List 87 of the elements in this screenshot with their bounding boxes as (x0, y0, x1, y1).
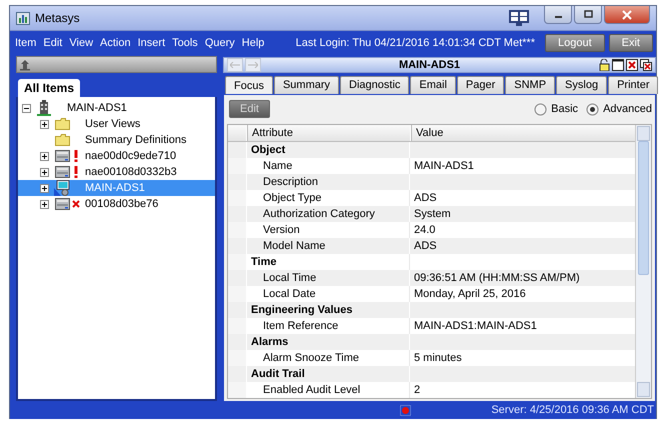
attribute-value: 24.0 (414, 224, 436, 236)
expand-icon[interactable] (40, 184, 49, 192)
radio-button[interactable] (534, 102, 548, 116)
menu-item[interactable]: Item (15, 36, 36, 48)
window-title: Metasys (35, 11, 81, 25)
tree-item[interactable]: 00108d03be76 (18, 196, 215, 212)
attribute-value: System (414, 208, 451, 220)
lock-icon[interactable] (598, 59, 610, 71)
tree-item[interactable]: nae00d0c9ede710 (18, 148, 215, 164)
attribute-value: ADS (414, 240, 437, 252)
close-icon (622, 10, 632, 20)
monitor-icon[interactable] (508, 9, 530, 27)
close-button[interactable] (604, 6, 650, 24)
attribute-value: 5 minutes (414, 352, 462, 364)
attribute-name: Object Type (262, 192, 322, 204)
expand-icon[interactable] (40, 168, 49, 176)
device-icon (54, 150, 70, 162)
device-icon (54, 166, 70, 178)
tab[interactable]: Printer (608, 76, 658, 94)
expand-icon[interactable] (40, 152, 49, 160)
tab[interactable]: Summary (274, 76, 340, 94)
minimize-button[interactable] (544, 6, 572, 24)
group-heading: Object (251, 144, 286, 156)
attribute-name: Description (262, 176, 318, 188)
attribute-value: Monday, April 25, 2016 (414, 288, 526, 300)
attribute-value: MAIN-ADS1:MAIN-ADS1 (414, 320, 537, 332)
folder-icon (54, 134, 70, 146)
group-heading: Time (251, 256, 276, 268)
device-icon (54, 198, 70, 210)
attribute-name: Local Date (262, 288, 316, 300)
group-heading: Audit Trail (251, 368, 305, 380)
maximize-icon[interactable] (612, 59, 624, 71)
up-folder-icon[interactable] (19, 58, 31, 70)
group-heading: Alarms (251, 336, 288, 348)
group-heading: Engineering Values (251, 304, 352, 316)
navigator-tab[interactable]: All Items (18, 79, 80, 97)
expand-icon[interactable] (40, 200, 49, 208)
menu-item[interactable]: Tools (172, 36, 198, 48)
maximize-icon (584, 10, 592, 19)
attribute-name: Enabled Audit Level (262, 384, 360, 396)
close-all-icon[interactable] (640, 59, 652, 71)
building-icon (36, 100, 52, 116)
tab[interactable]: Focus (225, 76, 273, 94)
last-login-text: Last Login: Thu 04/21/2016 14:01:34 CDT Met*** (296, 36, 535, 48)
panel-title: MAIN-ADS1 (398, 59, 462, 71)
tree-item[interactable]: MAIN-ADS1 (18, 100, 215, 116)
close-icon[interactable] (626, 59, 638, 71)
computer-icon (54, 180, 70, 196)
attribute-name: Item Reference (262, 320, 338, 332)
menu-item[interactable]: View (69, 36, 94, 48)
back-arrow-icon (230, 62, 240, 68)
tree-item[interactable]: User Views (18, 116, 215, 132)
radio-button[interactable] (586, 102, 600, 116)
expand-icon[interactable] (40, 120, 49, 128)
app-icon (16, 12, 30, 24)
attribute-value: 09:36:51 AM (HH:MM:SS AM/PM) (414, 272, 580, 284)
menu-item[interactable]: Edit (43, 36, 62, 48)
attribute-name: Local Time (262, 272, 316, 284)
folder-icon (54, 118, 70, 130)
attribute-name: Model Name (262, 240, 326, 252)
menu-item[interactable]: Query (204, 36, 235, 48)
attribute-name: Version (262, 224, 300, 236)
scrollbar[interactable] (635, 125, 651, 398)
attribute-value: MAIN-ADS1 (414, 160, 474, 172)
tab[interactable]: Email (410, 76, 456, 94)
attribute-name: Name (262, 160, 292, 172)
tree-item[interactable]: nae00108d0332b3 (18, 164, 215, 180)
collapse-icon[interactable] (22, 104, 31, 112)
column-header[interactable]: Attribute (247, 125, 411, 141)
radio-label: Basic (551, 103, 578, 115)
menu-item[interactable]: Action (100, 36, 131, 48)
radio-label: Advanced (603, 103, 652, 115)
attribute-name: Authorization Category (262, 208, 375, 220)
server-time: Server: 4/25/2016 09:36 AM CDT (491, 404, 654, 416)
attribute-value: 2 (414, 384, 420, 396)
status-light-icon (400, 404, 412, 416)
tab[interactable]: SNMP (505, 76, 556, 94)
tab[interactable]: Pager (456, 76, 504, 94)
attribute-name: Alarm Snooze Time (262, 352, 359, 364)
attribute-value: ADS (414, 192, 437, 204)
maximize-button[interactable] (574, 6, 602, 24)
menu-item[interactable]: Insert (138, 36, 166, 48)
tab[interactable]: Syslog (556, 76, 608, 94)
tab[interactable]: Diagnostic (340, 76, 410, 94)
forward-arrow-icon (248, 62, 258, 68)
tree-item[interactable]: Summary Definitions (18, 132, 215, 148)
menu-item[interactable]: Help (242, 36, 264, 48)
